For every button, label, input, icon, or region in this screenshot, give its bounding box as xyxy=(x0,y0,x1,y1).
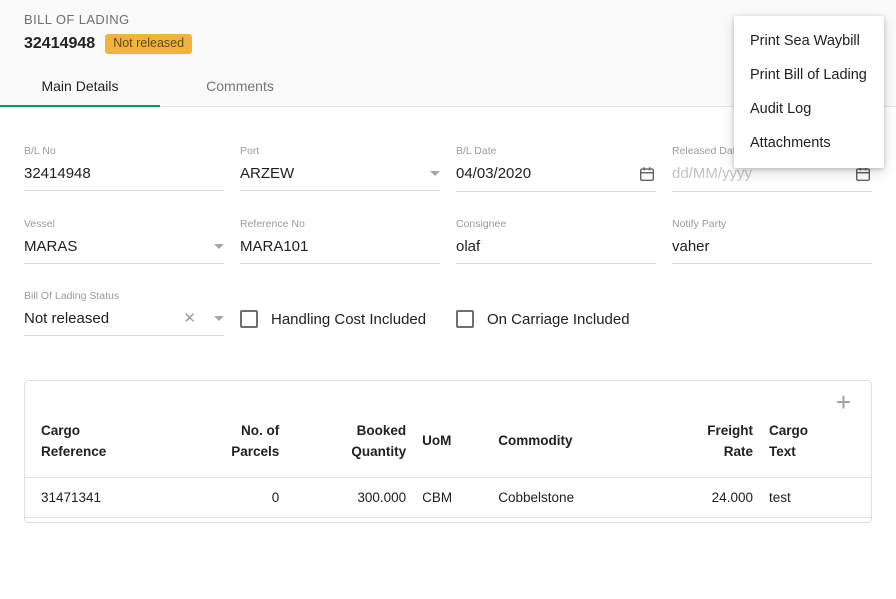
bl-no-label: B/L No xyxy=(24,145,224,157)
consignee-label: Consignee xyxy=(456,218,656,230)
bl-status-value[interactable]: Not released xyxy=(24,310,183,327)
consignee-field[interactable]: Consignee olaf xyxy=(456,218,656,264)
col-header-no-of-parcels: No. of Parcels xyxy=(194,413,287,477)
vessel-value[interactable]: MARAS xyxy=(24,238,206,255)
reference-no-label: Reference No xyxy=(240,218,440,230)
port-value[interactable]: ARZEW xyxy=(240,165,422,182)
context-menu: Print Sea Waybill Print Bill of Lading A… xyxy=(734,16,884,168)
on-carriage-checkbox[interactable]: On Carriage Included xyxy=(456,290,656,336)
menu-item-attachments[interactable]: Attachments xyxy=(734,126,884,160)
cell-cargo-text[interactable]: test xyxy=(761,477,871,517)
cell-cargo-reference[interactable]: 31471341 xyxy=(25,477,194,517)
tab-main-details[interactable]: Main Details xyxy=(0,64,160,107)
bl-no-value[interactable]: 32414948 xyxy=(24,165,224,182)
bl-status-label: Bill Of Lading Status xyxy=(24,290,224,302)
col-header-booked-quantity: Booked Quantity xyxy=(287,413,414,477)
on-carriage-label: On Carriage Included xyxy=(487,311,630,328)
handling-cost-label: Handling Cost Included xyxy=(271,311,426,328)
col-header-freight-rate: Freight Rate xyxy=(643,413,761,477)
add-cargo-row-button[interactable]: + xyxy=(836,391,851,413)
clear-icon[interactable]: ✕ xyxy=(183,311,196,326)
port-select[interactable]: Port ARZEW xyxy=(240,145,440,192)
menu-item-audit-log[interactable]: Audit Log xyxy=(734,92,884,126)
menu-item-print-bill-of-lading[interactable]: Print Bill of Lading xyxy=(734,58,884,92)
cell-commodity[interactable]: Cobbelstone xyxy=(490,477,642,517)
col-header-cargo-text: Cargo Text xyxy=(761,413,871,477)
form-spacer xyxy=(672,290,872,336)
chevron-down-icon[interactable] xyxy=(214,316,224,321)
menu-item-print-sea-waybill[interactable]: Print Sea Waybill xyxy=(734,24,884,58)
bl-date-value[interactable]: 04/03/2020 xyxy=(456,165,630,182)
col-header-uom: UoM xyxy=(414,413,490,477)
col-header-cargo-reference: Cargo Reference xyxy=(25,413,194,477)
notify-party-value[interactable]: vaher xyxy=(672,238,872,255)
cell-uom[interactable]: CBM xyxy=(414,477,490,517)
cell-booked-quantity[interactable]: 300.000 xyxy=(287,477,414,517)
col-header-commodity: Commodity xyxy=(490,413,642,477)
checkbox-icon[interactable] xyxy=(240,310,258,328)
cargo-table: Cargo Reference No. of Parcels Booked Qu… xyxy=(25,413,871,518)
cargo-table-card: + Cargo Reference No. of Parcels Booked … xyxy=(24,380,872,523)
chevron-down-icon[interactable] xyxy=(430,171,440,176)
bl-date-field[interactable]: B/L Date 04/03/2020 xyxy=(456,145,656,192)
bl-status-select[interactable]: Bill Of Lading Status Not released ✕ xyxy=(24,290,224,336)
cargo-table-toolbar: + xyxy=(25,381,871,413)
chevron-down-icon[interactable] xyxy=(214,244,224,249)
bl-no-field[interactable]: B/L No 32414948 xyxy=(24,145,224,192)
cell-freight-rate[interactable]: 24.000 xyxy=(643,477,761,517)
consignee-value[interactable]: olaf xyxy=(456,238,656,255)
handling-cost-checkbox[interactable]: Handling Cost Included xyxy=(240,290,440,336)
status-badge: Not released xyxy=(105,34,192,54)
tab-comments[interactable]: Comments xyxy=(160,64,320,107)
vessel-label: Vessel xyxy=(24,218,224,230)
reference-no-field[interactable]: Reference No MARA101 xyxy=(240,218,440,264)
checkbox-icon[interactable] xyxy=(456,310,474,328)
vessel-select[interactable]: Vessel MARAS xyxy=(24,218,224,264)
notify-party-field[interactable]: Notify Party vaher xyxy=(672,218,872,264)
cell-no-of-parcels[interactable]: 0 xyxy=(194,477,287,517)
main-details-panel: B/L No 32414948 Port ARZEW B/L Date 04/0… xyxy=(0,107,896,523)
calendar-icon[interactable] xyxy=(638,165,656,183)
record-id: 32414948 xyxy=(24,35,95,53)
reference-no-value[interactable]: MARA101 xyxy=(240,238,440,255)
notify-party-label: Notify Party xyxy=(672,218,872,230)
port-label: Port xyxy=(240,145,440,157)
bl-date-label: B/L Date xyxy=(456,145,656,157)
cargo-table-header-row: Cargo Reference No. of Parcels Booked Qu… xyxy=(25,413,871,477)
cargo-table-row[interactable]: 31471341 0 300.000 CBM Cobbelstone 24.00… xyxy=(25,477,871,517)
